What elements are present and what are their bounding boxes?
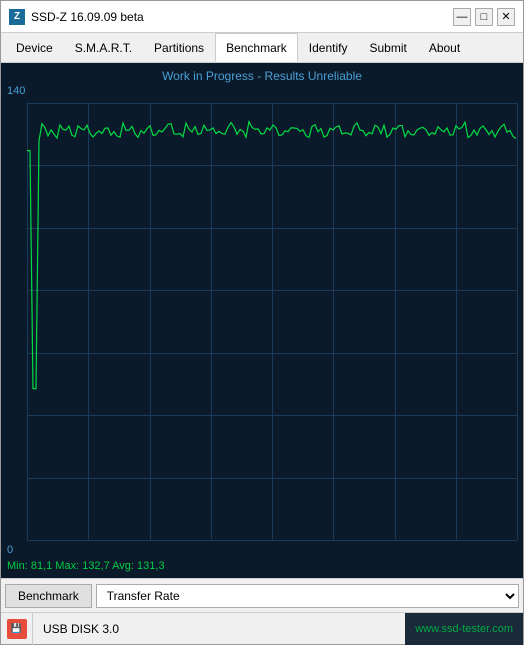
chart-area: Work in Progress - Results Unreliable 14… [1,63,523,578]
benchmark-chart [27,103,327,253]
menu-item-submit[interactable]: Submit [358,33,417,62]
menu-item-benchmark[interactable]: Benchmark [215,33,298,62]
close-button[interactable]: ✕ [497,8,515,26]
title-bar: Z SSD-Z 16.09.09 beta — □ ✕ [1,1,523,33]
bottom-bar: Benchmark Transfer Rate Access Time Burs… [1,578,523,612]
chart-type-select[interactable]: Transfer Rate Access Time Burst Rate [96,584,519,608]
menu-item-smart[interactable]: S.M.A.R.T. [64,33,143,62]
disk-name: USB DISK 3.0 [33,622,405,636]
minimize-button[interactable]: — [453,8,471,26]
app-window: Z SSD-Z 16.09.09 beta — □ ✕ Device S.M.A… [0,0,524,645]
dropdown-wrapper: Transfer Rate Access Time Burst Rate [96,584,519,608]
app-icon: Z [9,9,25,25]
benchmark-button[interactable]: Benchmark [5,584,92,608]
chart-title: Work in Progress - Results Unreliable [1,69,523,83]
menu-item-about[interactable]: About [418,33,471,62]
window-title: SSD-Z 16.09.09 beta [31,10,144,24]
y-axis-max: 140 [7,85,25,97]
title-bar-left: Z SSD-Z 16.09.09 beta [9,9,144,25]
y-axis-min: 0 [7,544,13,556]
disk-icon-area: 💾 [1,613,33,645]
window-controls: — □ ✕ [453,8,515,26]
disk-icon: 💾 [7,619,27,639]
menu-item-identify[interactable]: Identify [298,33,359,62]
status-bar: 💾 USB DISK 3.0 www.ssd-tester.com [1,612,523,644]
menu-item-device[interactable]: Device [5,33,64,62]
maximize-button[interactable]: □ [475,8,493,26]
website-url: www.ssd-tester.com [405,613,523,645]
menu-item-partitions[interactable]: Partitions [143,33,215,62]
chart-stats: Min: 81,1 Max: 132,7 Avg: 131,3 [7,560,165,572]
menu-bar: Device S.M.A.R.T. Partitions Benchmark I… [1,33,523,63]
